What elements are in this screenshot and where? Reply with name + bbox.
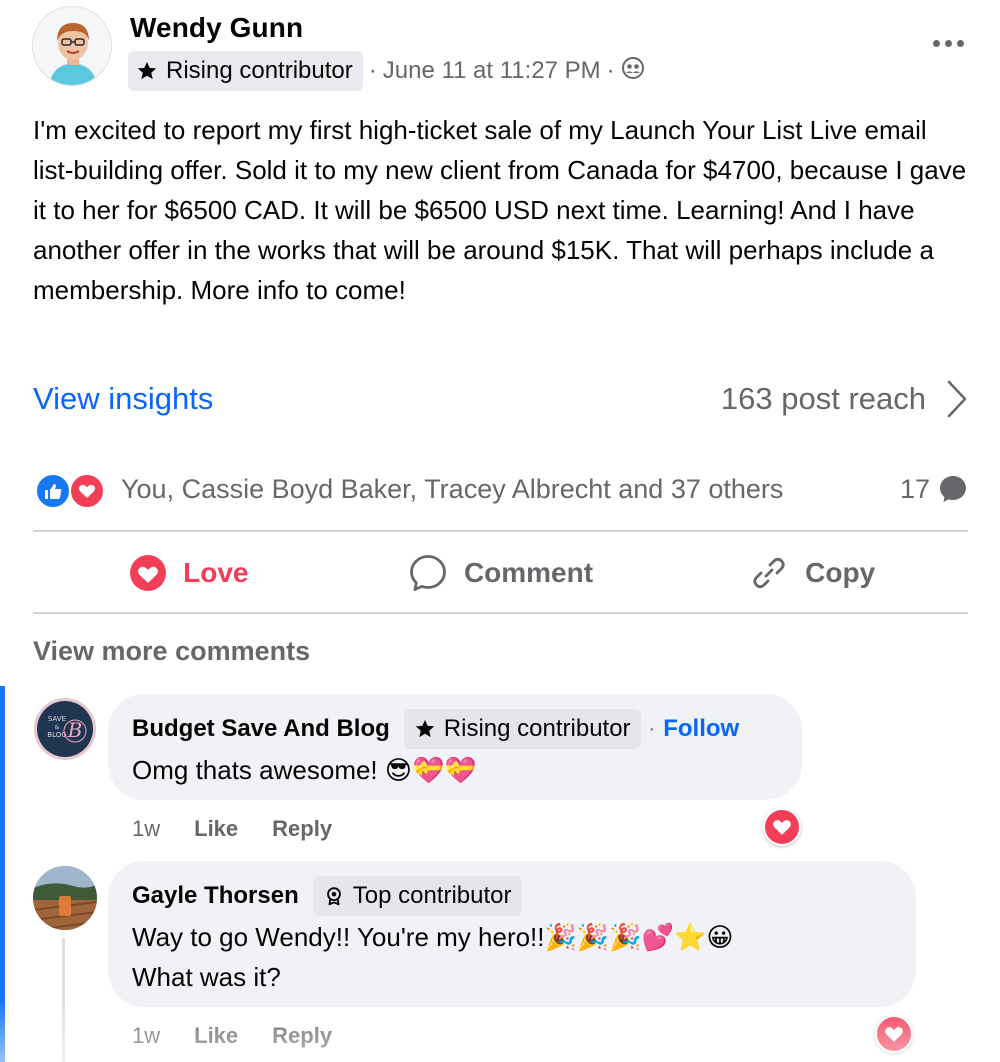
love-reaction-icon[interactable] [875,1015,913,1053]
love-reaction-icon [69,473,105,509]
author-name[interactable]: Wendy Gunn [130,12,303,44]
post-timestamp[interactable]: June 11 at 11:27 PM [383,57,601,85]
comment-bubble-icon [940,476,966,502]
love-reaction-icon[interactable] [763,808,801,846]
follow-button[interactable]: Follow [663,715,739,743]
love-label: Love [183,557,249,588]
view-insights-link[interactable]: View insights [33,381,213,417]
reply-comment-button[interactable]: Reply [272,1023,332,1049]
meta-separator: · [368,57,377,84]
group-icon[interactable] [621,56,645,87]
svg-text:&: & [55,724,60,731]
post-meta: Rising contributor · June 11 at 11:27 PM… [128,51,645,91]
post-header: Wendy Gunn Rising contributor · June 11 … [32,6,972,92]
love-button[interactable]: Love [33,534,345,612]
new-comment-indicator [0,686,5,1062]
comment-label: Comment [463,557,594,588]
divider [33,530,968,532]
comment-text: Way to go Wendy!! You're my hero!!🎉🎉🎉💕⭐😀 [132,922,734,952]
avatar-logo-text: SAVE [48,715,66,723]
comment-time[interactable]: 1w [132,1023,160,1049]
commenter-avatar[interactable] [33,866,97,930]
meta-separator: · [648,717,656,740]
comment-bubble: Budget Save And Blog Rising contributor … [108,694,802,800]
like-reaction-icon [35,473,71,509]
copy-label: Copy [805,557,876,588]
comment-icon [410,555,446,591]
comment-time[interactable]: 1w [132,816,160,842]
comment-count-value: 17 [899,473,930,504]
comment-header: Gayle Thorsen Top contributor [132,875,892,917]
comment-header: Budget Save And Blog Rising contributor … [132,708,778,750]
dot-icon [932,39,940,47]
award-icon [326,887,341,906]
badge-label: Top contributor [352,882,512,909]
badge-label: Rising contributor [443,715,631,742]
reactions-summary: You, Cassie Boyd Baker, Tracey Albrecht … [33,466,968,512]
star-icon [415,719,434,738]
comment-meta: 1w Like Reply [132,812,332,846]
post-body: I'm excited to report my first high-tick… [33,115,967,305]
dot-icon [944,39,952,47]
star-icon [137,61,157,80]
commenter-name[interactable]: Gayle Thorsen [132,882,299,910]
reactors-list[interactable]: You, Cassie Boyd Baker, Tracey Albrecht … [121,474,783,505]
commenter-avatar[interactable]: SAVE & BLOG B [34,698,96,760]
love-icon [130,555,167,591]
copy-button[interactable]: Copy [656,534,968,612]
reply-comment-button[interactable]: Reply [272,816,332,842]
reaction-icons[interactable] [33,470,109,509]
comment-text: What was it? [132,962,281,992]
top-contributor-badge[interactable]: Top contributor [312,876,522,916]
meta-separator: · [606,57,615,84]
dot-icon [956,39,964,47]
author-avatar[interactable] [32,6,112,86]
comment-meta: 1w Like Reply [132,1019,332,1053]
rising-contributor-badge[interactable]: Rising contributor [403,709,641,749]
view-more-comments-link[interactable]: View more comments [33,636,310,667]
post-actions: Love Comment Copy [33,534,968,612]
thread-connector [62,938,65,1062]
insights-row: View insights 163 post reach [33,374,968,424]
comment-button[interactable]: Comment [345,534,657,612]
comment-text: Omg thats awesome! 😎💝💝 [132,755,477,785]
link-icon [753,557,785,589]
comment-count[interactable]: 17 [900,474,968,505]
rising-contributor-badge[interactable]: Rising contributor [128,51,363,91]
like-comment-button[interactable]: Like [194,816,238,842]
comment-bubble: Gayle Thorsen Top contributor Way to go … [108,861,916,1007]
post-reach[interactable]: 163 post reach [721,379,968,419]
badge-label: Rising contributor [166,57,353,84]
commenter-name[interactable]: Budget Save And Blog [132,715,390,743]
like-comment-button[interactable]: Like [194,1023,238,1049]
divider [33,612,968,614]
post-reach-label: 163 post reach [720,381,926,416]
chevron-right-icon [947,380,967,418]
more-options-button[interactable] [924,28,972,58]
